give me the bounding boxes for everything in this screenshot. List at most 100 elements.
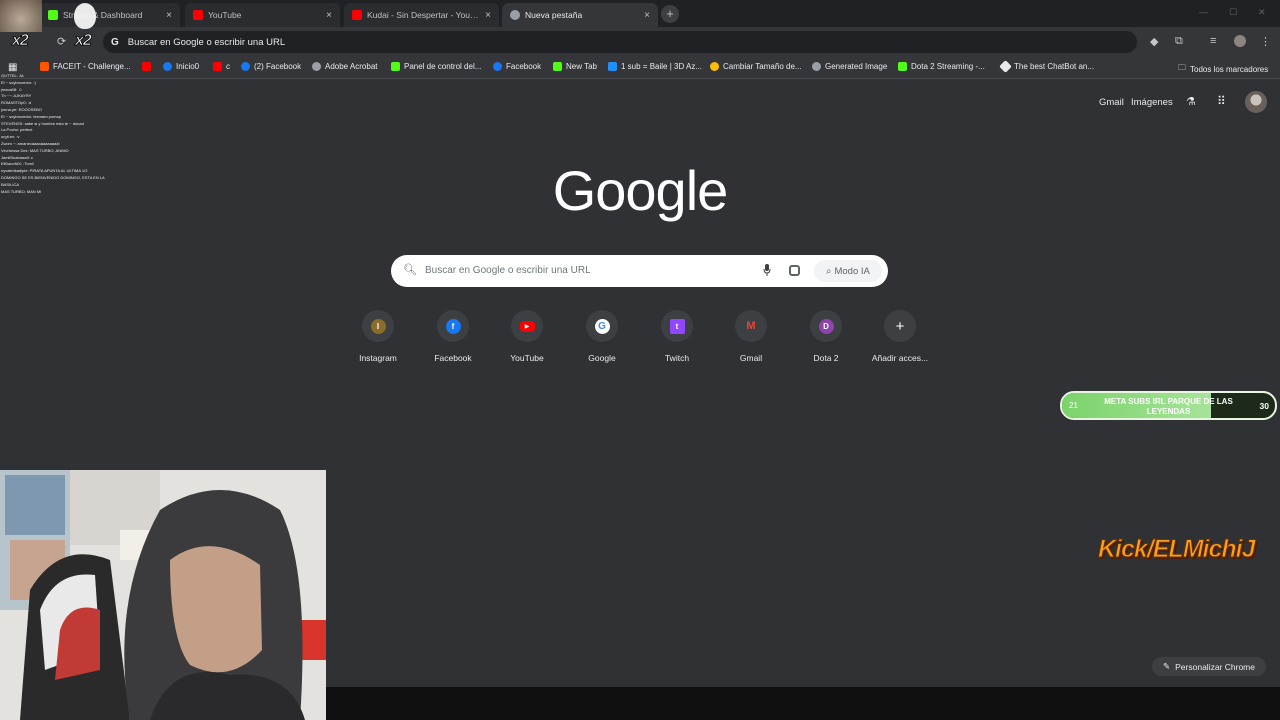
close-icon[interactable]: × bbox=[326, 10, 332, 21]
folder-icon: 🗀 bbox=[1178, 63, 1186, 72]
screen: Stream & Dashboard × YouTube × Kudai - S… bbox=[0, 0, 1280, 720]
tab-kudai-youtube[interactable]: Kudai - Sin Despertar - YouTube × bbox=[344, 3, 499, 27]
bookmark-item[interactable]: 1 sub = Baile | 3D Az... bbox=[608, 62, 702, 71]
webcam-image bbox=[0, 470, 326, 720]
bookmark-item[interactable]: c bbox=[213, 62, 230, 71]
shortcut-gmail[interactable]: M Gmail bbox=[714, 310, 788, 363]
media-control-icon[interactable]: ≡ bbox=[1210, 35, 1216, 47]
facebook-icon: f bbox=[445, 318, 461, 334]
chat-message: GUTTEL: JA bbox=[1, 73, 24, 78]
gmail-link[interactable]: Gmail bbox=[1099, 97, 1124, 108]
google-g-icon: G bbox=[594, 318, 610, 334]
address-bar[interactable]: G Buscar en Google o escribir una URL bbox=[103, 31, 1137, 53]
extension-diamond-icon[interactable]: ◆ bbox=[1150, 35, 1158, 48]
bookmark-item[interactable] bbox=[142, 62, 155, 71]
shortcut-label: YouTube bbox=[510, 353, 544, 363]
window-close-icon[interactable]: ✕ bbox=[1258, 7, 1266, 18]
reload-icon[interactable]: ⟳ bbox=[57, 35, 66, 48]
tab-youtube[interactable]: YouTube × bbox=[185, 3, 340, 27]
minimize-icon[interactable]: — bbox=[1199, 7, 1208, 17]
facebook-icon bbox=[241, 62, 250, 71]
kick-icon bbox=[553, 62, 562, 71]
shortcut-youtube[interactable]: ▶ YouTube bbox=[490, 310, 564, 363]
search-box[interactable]: 🔍︎ Buscar en Google o escribir una URL ⌕… bbox=[391, 255, 888, 287]
pencil-icon: ✎ bbox=[1163, 661, 1171, 671]
all-bookmarks-folder[interactable]: 🗀 Todos los marcadores bbox=[1178, 62, 1268, 76]
kick-favicon-icon bbox=[48, 10, 58, 20]
shortcut-label: Twitch bbox=[664, 353, 690, 363]
chat-message: ElKlacoNiX: :Tomi! bbox=[1, 161, 34, 167]
bookmark-item[interactable]: Adobe Acrobat bbox=[312, 62, 377, 71]
labs-flask-icon[interactable]: ⚗ bbox=[1186, 95, 1196, 108]
search-input[interactable]: Buscar en Google o escribir una URL bbox=[425, 265, 591, 276]
account-avatar[interactable] bbox=[1245, 91, 1267, 113]
chat-message: ROMASTOp0: :d bbox=[1, 100, 32, 106]
shortcut-google[interactable]: G Google bbox=[565, 310, 639, 363]
bookmark-label: Adobe Acrobat bbox=[325, 62, 378, 71]
tab-strip: Stream & Dashboard × YouTube × Kudai - S… bbox=[0, 0, 1280, 27]
shortcut-label: Dota 2 bbox=[813, 353, 839, 363]
microphone-icon[interactable] bbox=[763, 264, 771, 276]
tab-new-tab[interactable]: Nueva pestaña × bbox=[502, 3, 658, 27]
google-icon: G bbox=[111, 36, 119, 48]
dota2-icon: D bbox=[818, 318, 834, 334]
shortcut-tile: M bbox=[735, 310, 767, 342]
webcam-feed bbox=[0, 470, 326, 720]
menu-kebab-icon[interactable]: ⋮ bbox=[1260, 35, 1271, 48]
profile-avatar-icon[interactable] bbox=[1234, 35, 1246, 47]
chat-message: orgit.ex: :v bbox=[1, 134, 20, 140]
close-icon[interactable]: × bbox=[485, 10, 491, 21]
goal-title: META SUBS IRL PARQUE DE LAS LEYENDAS bbox=[1104, 397, 1233, 416]
chat-message: MAS TURBO, MAN MI bbox=[1, 188, 42, 194]
apps-grid-icon[interactable]: ▦ bbox=[8, 62, 17, 73]
images-link[interactable]: Imágenes bbox=[1131, 97, 1173, 108]
chrome-favicon-icon bbox=[510, 10, 520, 20]
bookmarks-bar: ▦ FACEIT - Challenge... Inicio0 c (2) Fa… bbox=[0, 57, 1280, 79]
bookmark-item[interactable]: (2) Facebook bbox=[241, 62, 301, 71]
faceit-icon bbox=[40, 62, 49, 71]
shortcut-facebook[interactable]: f Facebook bbox=[416, 310, 490, 363]
bookmark-item[interactable]: Cambiar Tamaño de... bbox=[710, 62, 802, 71]
bookmark-label: Cambiar Tamaño de... bbox=[723, 62, 802, 71]
add-shortcut-button[interactable]: + Añadir acces... bbox=[863, 310, 937, 363]
youtube-icon bbox=[142, 62, 151, 71]
search-icon: 🔍︎ bbox=[403, 264, 417, 276]
chat-message: BASILICA bbox=[1, 181, 20, 187]
bookmark-label: Inicio0 bbox=[176, 62, 200, 71]
tab-stream-dashboard[interactable]: Stream & Dashboard × bbox=[40, 3, 180, 27]
tab-label: Nueva pestaña bbox=[525, 10, 583, 20]
bookmark-item[interactable]: Generated Image bbox=[812, 62, 887, 71]
bookmark-item[interactable]: New Tab bbox=[553, 62, 597, 71]
youtube-favicon-icon bbox=[193, 10, 203, 20]
new-tab-button[interactable]: + bbox=[661, 5, 679, 23]
x2-badge: x2 bbox=[75, 32, 93, 50]
shortcut-label: Instagram bbox=[359, 353, 397, 363]
toolbar: ⟳ G Buscar en Google o escribir una URL … bbox=[0, 27, 1280, 57]
bookmark-item[interactable]: Facebook bbox=[493, 62, 541, 71]
bookmark-item[interactable]: FACEIT - Challenge... bbox=[40, 62, 131, 71]
bookmark-item[interactable]: The best ChatBot an... bbox=[999, 60, 1094, 73]
shortcut-instagram[interactable]: I Instagram bbox=[341, 310, 415, 363]
translate-icon bbox=[608, 62, 617, 71]
customize-chrome-button[interactable]: ✎ Personalizar Chrome bbox=[1152, 657, 1266, 676]
close-icon[interactable]: × bbox=[166, 10, 172, 21]
shortcut-dota2[interactable]: D Dota 2 bbox=[789, 310, 863, 363]
maximize-icon[interactable]: ☐ bbox=[1229, 7, 1237, 18]
ai-search-icon: ⌕ bbox=[826, 265, 832, 277]
kick-channel-watermark: Kick/ELMichiJ bbox=[1098, 535, 1256, 564]
chat-message: jmaca08: ☺ bbox=[1, 86, 23, 92]
google-lens-icon[interactable] bbox=[789, 265, 800, 276]
shortcut-tile: f bbox=[437, 310, 469, 342]
shortcut-twitch[interactable]: t Twitch bbox=[640, 310, 714, 363]
bookmark-item[interactable]: Inicio0 bbox=[163, 62, 199, 71]
extensions-icon[interactable]: ⧉ bbox=[1175, 35, 1183, 48]
tab-label: YouTube bbox=[208, 10, 242, 20]
bookmark-item[interactable]: Dota 2 Streaming -... bbox=[898, 62, 985, 71]
google-apps-icon[interactable]: ⠿ bbox=[1217, 94, 1226, 108]
bookmark-item[interactable]: Panel de control del... bbox=[391, 62, 481, 71]
customize-label: Personalizar Chrome bbox=[1175, 661, 1255, 672]
bookmark-label: c bbox=[226, 62, 230, 71]
ai-mode-button[interactable]: ⌕ Modo IA bbox=[814, 260, 882, 282]
close-icon[interactable]: × bbox=[644, 10, 650, 21]
bookmark-label: FACEIT - Challenge... bbox=[53, 62, 131, 71]
